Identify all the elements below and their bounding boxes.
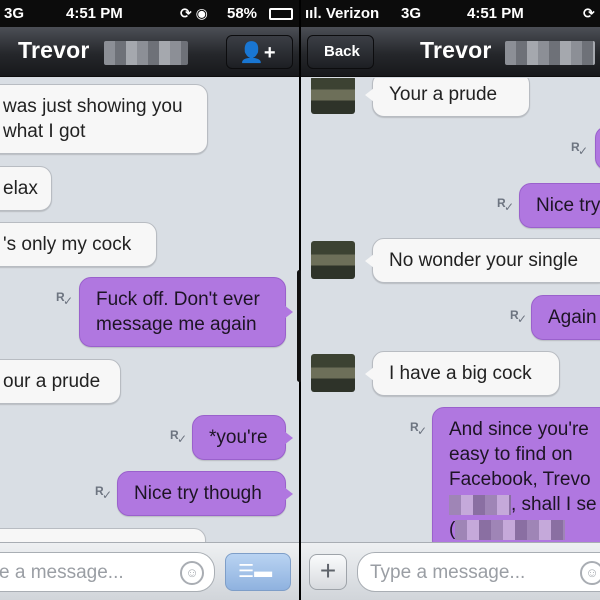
contact-avatar xyxy=(311,354,355,392)
read-receipt-icon: R ✓ xyxy=(56,290,74,308)
status-time: 4:51 PM xyxy=(66,5,123,22)
carrier-label: ııl. Verizon xyxy=(305,5,380,22)
message-outgoing: Again xyxy=(531,295,600,340)
left-chat-screen: 3G 4:51 PM ⟳ ◉ 58% Trevor 👤+ was just sh… xyxy=(0,0,299,600)
read-receipt-icon: R ✓ xyxy=(170,428,188,446)
contact-avatar xyxy=(311,78,355,114)
message-incoming xyxy=(0,528,206,542)
plus-icon: + xyxy=(319,555,337,586)
battery-icon xyxy=(269,8,293,20)
message-incoming: I have a big cock xyxy=(365,351,560,396)
message-outgoing: Nice try though xyxy=(117,471,293,516)
emoji-icon[interactable]: ☺ xyxy=(580,561,600,585)
right-chat-screen: ııl. Verizon 3G 4:51 PM ⟳ Back Trevor Yo… xyxy=(301,0,600,600)
read-receipt-icon: R ✓ xyxy=(95,484,113,502)
message-incoming: 's only my cock xyxy=(0,222,157,267)
message-placeholder: Type a message... xyxy=(370,562,526,583)
redacted-name xyxy=(104,41,188,65)
add-contact-icon: 👤+ xyxy=(239,42,276,64)
contact-name: Trevor xyxy=(18,37,90,63)
message-outgoing: *you're xyxy=(192,415,293,460)
contact-avatar xyxy=(311,241,355,279)
message-incoming: Your a prude xyxy=(365,78,530,117)
composer-bar: e a message... ☺ ☰▬ xyxy=(0,542,299,600)
status-bar: 3G 4:51 PM ⟳ ◉ 58% xyxy=(0,0,299,27)
read-receipt-icon: R ✓ xyxy=(410,420,428,438)
message-outgoing: And since you're easy to find on Faceboo… xyxy=(432,407,600,542)
composer-bar: + Type a message... ☺ xyxy=(301,542,600,600)
redacted-name xyxy=(505,41,595,65)
message-incoming: was just showing you what I got xyxy=(0,84,208,154)
redacted-text xyxy=(449,494,511,515)
message-incoming: No wonder your single xyxy=(365,238,600,283)
lock-rotation-icon: ⟳ xyxy=(583,5,595,21)
message-input[interactable]: Type a message... ☺ xyxy=(357,552,600,592)
redacted-text xyxy=(455,519,566,540)
network-label: 3G xyxy=(4,5,25,22)
attach-button[interactable]: + xyxy=(309,554,347,590)
nav-bar: Trevor 👤+ xyxy=(0,27,299,77)
message-outgoing xyxy=(595,126,600,170)
contact-name: Trevor xyxy=(420,37,492,63)
network-label: 3G xyxy=(401,5,422,22)
read-receipt-icon: R ✓ xyxy=(571,140,589,158)
message-incoming: our a prude xyxy=(0,359,121,404)
message-outgoing: Fuck off. Don't ever message me again xyxy=(79,277,293,347)
message-input[interactable]: e a message... ☺ xyxy=(0,552,215,592)
back-button[interactable]: Back xyxy=(307,35,374,69)
lock-rotation-icon: ⟳ ◉ xyxy=(180,5,208,21)
message-list[interactable]: Your a prude R ✓ R ✓ Nice try No wonder yo… xyxy=(301,78,600,542)
status-time: 4:51 PM xyxy=(467,5,524,22)
status-bar: ııl. Verizon 3G 4:51 PM ⟳ xyxy=(301,0,600,27)
send-button[interactable]: ☰▬ xyxy=(225,553,291,591)
battery-percent: 58% xyxy=(227,5,258,22)
nav-bar: Back Trevor xyxy=(301,27,600,77)
message-list[interactable]: was just showing you what I got elax 's … xyxy=(0,78,299,542)
read-receipt-icon: R ✓ xyxy=(497,196,515,214)
message-incoming: elax xyxy=(0,166,52,211)
message-outgoing: Nice try xyxy=(519,183,600,228)
message-placeholder: e a message... xyxy=(0,562,124,583)
emoji-icon[interactable]: ☺ xyxy=(180,561,204,585)
add-contact-button[interactable]: 👤+ xyxy=(226,35,293,69)
send-message-icon: ☰▬ xyxy=(238,561,273,581)
read-receipt-icon: R ✓ xyxy=(510,308,528,326)
